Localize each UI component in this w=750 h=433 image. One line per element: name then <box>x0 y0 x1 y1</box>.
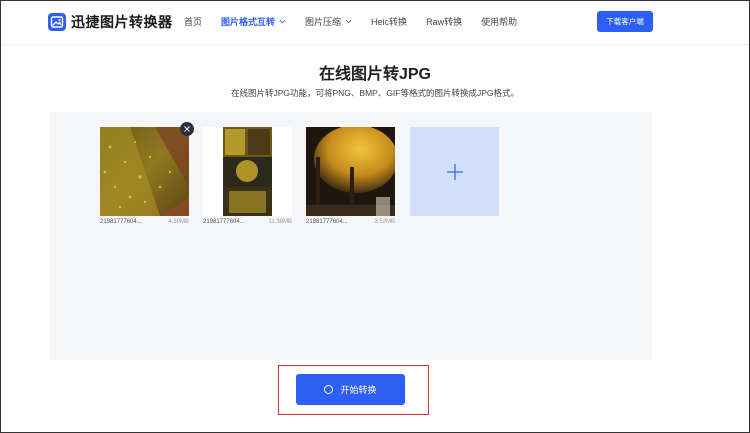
nav-heic[interactable]: Heic转换 <box>371 15 407 28</box>
file-name: 21981777604... <box>306 219 348 225</box>
add-file-button[interactable] <box>410 127 499 216</box>
nav-help-label: 使用帮助 <box>481 17 518 27</box>
close-icon <box>184 126 190 132</box>
app-name: 迅捷图片转换器 <box>71 14 173 30</box>
start-convert-button[interactable]: 开始转换 <box>296 374 405 405</box>
chevron-down-icon <box>345 19 352 24</box>
nav-format-convert-label: 图片格式互转 <box>221 17 276 27</box>
remove-file-button[interactable] <box>180 122 194 136</box>
file-meta: 21981777604... 4.30MB <box>100 219 189 225</box>
file-name: 21981777604... <box>203 219 245 225</box>
chevron-down-icon <box>279 19 286 24</box>
file-meta: 21981777604... 11.38MB <box>203 219 292 225</box>
nav-heic-label: Heic转换 <box>371 17 408 27</box>
file-card[interactable]: 21981777604... 3.52MB <box>306 127 395 225</box>
loading-icon <box>324 385 334 394</box>
plus-icon <box>446 163 463 180</box>
nav-format-convert[interactable]: 图片格式互转 <box>221 15 286 28</box>
page-subtitle: 在线图片转JPG功能，可将PNG、BMP、GIF等格式的图片转换成JPG格式。 <box>230 88 520 98</box>
file-meta: 21981777604... 3.52MB <box>306 219 395 225</box>
app-logo[interactable]: 迅捷图片转换器 <box>48 12 173 32</box>
file-card[interactable]: 21981777604... 11.38MB <box>203 127 292 225</box>
page-title: 在线图片转JPG <box>318 66 432 83</box>
top-header: 迅捷图片转换器 首页 图片格式互转 图片压缩 Heic转换 Raw转换 使用帮助… <box>0 0 750 45</box>
download-client-button[interactable]: 下载客户端 <box>597 11 653 32</box>
main-nav: 首页 图片格式互转 图片压缩 Heic转换 Raw转换 使用帮助 <box>184 15 536 28</box>
start-convert-label: 开始转换 <box>340 385 377 395</box>
nav-home[interactable]: 首页 <box>184 15 202 28</box>
ginkgo-leaves-path-image <box>100 127 189 216</box>
file-thumbnail <box>306 127 395 216</box>
nav-help[interactable]: 使用帮助 <box>481 15 517 28</box>
nav-compress[interactable]: 图片压缩 <box>305 15 352 28</box>
collage-image <box>203 127 292 216</box>
file-thumbnail <box>100 127 189 216</box>
upload-area[interactable]: 21981777604... 4.30MB 21981777604... 11.… <box>50 112 652 360</box>
nav-raw-label: Raw转换 <box>426 17 463 27</box>
nav-home-label: 首页 <box>184 17 203 27</box>
file-size: 4.30MB <box>168 219 189 225</box>
nav-compress-label: 图片压缩 <box>305 17 342 27</box>
file-thumbnail <box>203 127 292 216</box>
ginkgo-tree-night-image <box>306 127 395 216</box>
file-size: 11.38MB <box>268 219 292 225</box>
file-name: 21981777604... <box>100 219 142 225</box>
nav-raw[interactable]: Raw转换 <box>426 15 462 28</box>
file-card[interactable]: 21981777604... 4.30MB <box>100 127 189 225</box>
file-size: 3.52MB <box>374 219 395 225</box>
image-logo-icon <box>48 13 66 31</box>
